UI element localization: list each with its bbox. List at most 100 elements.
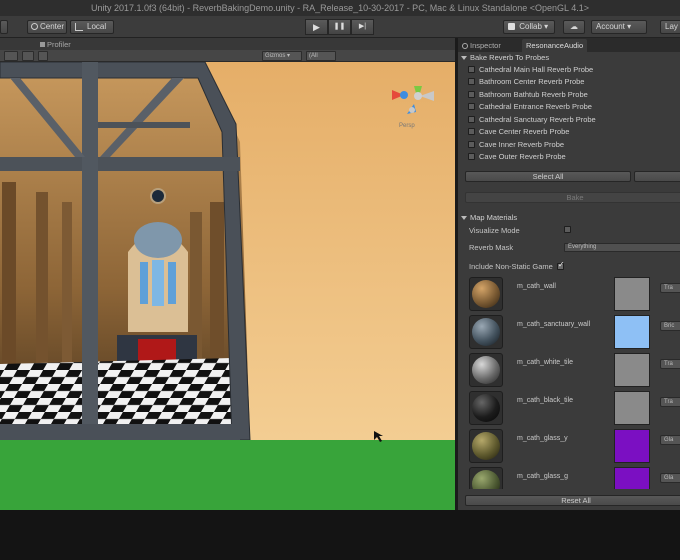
material-type-dropdown[interactable]: Tra bbox=[660, 397, 680, 407]
scene-view[interactable]: Persp bbox=[0, 62, 455, 510]
bake-section-header[interactable]: Bake Reverb To Probes bbox=[461, 53, 549, 62]
material-preview bbox=[469, 467, 503, 489]
tab-inspector[interactable]: Inspector bbox=[458, 39, 505, 52]
layers-button[interactable]: Lay bbox=[660, 20, 680, 34]
gizmos-dropdown[interactable]: Gizmos ▾ bbox=[262, 51, 302, 61]
profiler-label: Profiler bbox=[47, 40, 71, 49]
reverb-mask-dropdown[interactable]: Everything bbox=[564, 243, 680, 252]
dome bbox=[134, 222, 182, 258]
probe-label: Cathedral Main Hall Reverb Probe bbox=[479, 65, 594, 74]
scene-search-label: (All bbox=[309, 53, 318, 59]
probe-checkbox[interactable] bbox=[468, 91, 475, 98]
collab-icon bbox=[508, 23, 515, 30]
profiler-icon bbox=[40, 42, 45, 47]
collab-button[interactable]: Collab ▾ bbox=[503, 20, 555, 34]
material-color-swatch[interactable] bbox=[614, 391, 650, 425]
map-section-header[interactable]: Map Materials bbox=[461, 213, 517, 222]
probe-row[interactable]: Cave Outer Reverb Probe bbox=[468, 152, 566, 163]
material-row: m_cath_white_tile Tra bbox=[469, 353, 680, 391]
material-row: m_cath_glass_y Gla bbox=[469, 429, 680, 467]
tab-resonance-audio-label: ResonanceAudio bbox=[526, 41, 584, 50]
cloud-icon: ☁ bbox=[570, 22, 578, 31]
material-name: m_cath_glass_y bbox=[517, 435, 568, 442]
shading-mode-button[interactable] bbox=[4, 51, 18, 61]
2d-toggle-button[interactable] bbox=[22, 51, 34, 61]
main-toolbar: Center Local ▶ ❚❚ ▶| Collab ▾ ☁ Account … bbox=[0, 16, 680, 38]
material-color-swatch[interactable] bbox=[614, 429, 650, 463]
material-preview bbox=[469, 353, 503, 387]
bake-section-title: Bake Reverb To Probes bbox=[470, 53, 550, 62]
resonance-audio-panel: Inspector ResonanceAudio Bake Reverb To … bbox=[458, 38, 680, 510]
tab-profiler[interactable]: Profiler bbox=[40, 40, 71, 49]
probe-row[interactable]: Cathedral Entrance Reverb Probe bbox=[468, 102, 592, 113]
play-button[interactable]: ▶ bbox=[305, 19, 328, 35]
probe-label: Cathedral Sanctuary Reverb Probe bbox=[479, 115, 596, 124]
probe-row[interactable]: Cathedral Sanctuary Reverb Probe bbox=[468, 115, 596, 126]
probe-label: Cave Outer Reverb Probe bbox=[479, 152, 566, 161]
reset-all-button[interactable]: Reset All bbox=[465, 495, 680, 506]
account-button[interactable]: Account ▾ bbox=[591, 20, 647, 34]
probe-checkbox[interactable] bbox=[468, 153, 475, 160]
local-label: Local bbox=[87, 22, 107, 31]
bake-button[interactable]: Bake bbox=[465, 192, 680, 203]
material-row: m_cath_wall Tra bbox=[469, 277, 680, 315]
frame-mullion bbox=[82, 62, 98, 440]
scene-search-field[interactable]: (All bbox=[306, 51, 336, 61]
visualize-mode-label: Visualize Mode bbox=[469, 226, 520, 235]
probe-checkbox[interactable] bbox=[468, 78, 475, 85]
material-type-dropdown[interactable]: Gla bbox=[660, 473, 680, 483]
pause-button[interactable]: ❚❚ bbox=[328, 19, 351, 35]
tab-resonance-audio[interactable]: ResonanceAudio bbox=[522, 39, 588, 52]
material-type-dropdown[interactable]: Bric bbox=[660, 321, 680, 331]
probe-row[interactable]: Bathroom Center Reverb Probe bbox=[468, 77, 584, 88]
select-all-button[interactable]: Select All bbox=[465, 171, 631, 182]
reset-all-label: Reset All bbox=[561, 496, 591, 505]
persp-label[interactable]: Persp bbox=[399, 123, 415, 129]
probe-checkbox[interactable] bbox=[468, 116, 475, 123]
material-type-dropdown[interactable]: Tra bbox=[660, 359, 680, 369]
material-preview bbox=[469, 315, 503, 349]
playback-controls: ▶ ❚❚ ▶| bbox=[305, 19, 374, 35]
probe-checkbox[interactable] bbox=[468, 141, 475, 148]
step-button[interactable]: ▶| bbox=[351, 19, 374, 35]
material-type-dropdown[interactable]: Tra bbox=[660, 283, 680, 293]
material-color-swatch[interactable] bbox=[614, 467, 650, 489]
material-preview bbox=[469, 429, 503, 463]
probe-checkbox[interactable] bbox=[468, 103, 475, 110]
material-sphere-icon bbox=[472, 280, 500, 308]
material-name: m_cath_sanctuary_wall bbox=[517, 321, 591, 328]
material-color-swatch[interactable] bbox=[614, 315, 650, 349]
include-non-static-label: Include Non-Static Game bbox=[469, 262, 553, 271]
material-name: m_cath_glass_g bbox=[517, 473, 568, 480]
scene-view-toolbar: Gizmos ▾ (All bbox=[0, 50, 455, 62]
material-type-dropdown[interactable]: Gla bbox=[660, 435, 680, 445]
gizmos-label: Gizmos ▾ bbox=[265, 53, 291, 59]
center-icon bbox=[31, 23, 38, 30]
layers-label: Lay bbox=[665, 22, 678, 31]
material-color-swatch[interactable] bbox=[614, 277, 650, 311]
probe-row[interactable]: Bathroom Bathtub Reverb Probe bbox=[468, 90, 588, 101]
material-row: m_cath_black_tile Tra bbox=[469, 391, 680, 429]
include-non-static-checkbox[interactable]: ✓ bbox=[556, 260, 565, 270]
check-icon: ✓ bbox=[557, 260, 565, 269]
material-color-swatch[interactable] bbox=[614, 353, 650, 387]
cloud-button[interactable]: ☁ bbox=[563, 20, 585, 34]
panel-tab-bar: Inspector ResonanceAudio bbox=[458, 38, 680, 52]
probe-row[interactable]: Cave Center Reverb Probe bbox=[468, 127, 569, 138]
info-icon bbox=[462, 43, 468, 49]
probe-row[interactable]: Cave Inner Reverb Probe bbox=[468, 140, 564, 151]
rose-window bbox=[150, 188, 166, 204]
pivot-center-button[interactable]: Center bbox=[27, 20, 67, 34]
material-row: m_cath_sanctuary_wall Bric bbox=[469, 315, 680, 353]
material-name: m_cath_white_tile bbox=[517, 359, 574, 366]
local-icon bbox=[75, 23, 83, 31]
probe-checkbox[interactable] bbox=[468, 128, 475, 135]
probe-checkbox[interactable] bbox=[468, 66, 475, 73]
pivot-local-button[interactable]: Local bbox=[70, 20, 114, 34]
probe-row[interactable]: Cathedral Main Hall Reverb Probe bbox=[468, 65, 593, 76]
lighting-toggle-button[interactable] bbox=[38, 51, 48, 61]
visualize-mode-checkbox[interactable] bbox=[564, 226, 571, 233]
hand-tool-button[interactable] bbox=[0, 20, 8, 34]
material-name: m_cath_wall bbox=[517, 283, 556, 290]
select-none-button[interactable] bbox=[634, 171, 680, 182]
